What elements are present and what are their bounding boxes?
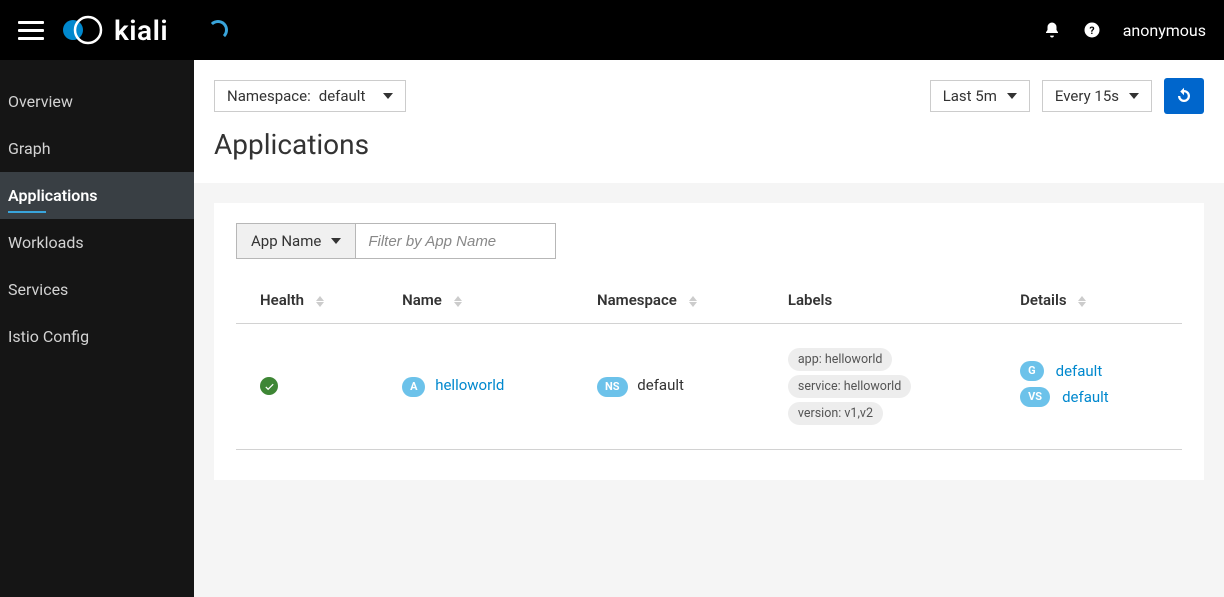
refresh-icon (1175, 87, 1193, 105)
sidebar-item-graph[interactable]: Graph (0, 125, 194, 172)
refresh-button[interactable] (1164, 78, 1204, 114)
kiali-logo-icon (62, 15, 104, 45)
app-name-link[interactable]: helloworld (435, 376, 504, 394)
loading-spinner-icon (208, 20, 228, 40)
col-name[interactable]: Name (390, 279, 585, 324)
content-panel: App Name Health Name (214, 203, 1204, 480)
applications-table: Health Name Namespace Labels (236, 279, 1182, 450)
namespace-badge: NS (597, 377, 628, 397)
namespace-text: default (637, 376, 684, 394)
namespace-label: Namespace: (227, 87, 311, 105)
sort-icon (454, 296, 462, 307)
sidebar: Overview Graph Applications Workloads Se… (0, 60, 194, 597)
chevron-down-icon (383, 93, 393, 99)
col-namespace[interactable]: Namespace (585, 279, 776, 324)
bell-icon[interactable] (1043, 21, 1061, 39)
detail-link[interactable]: default (1062, 388, 1109, 406)
table-row: A helloworld NS default app: helloworld … (236, 324, 1182, 450)
detail-link[interactable]: default (1056, 362, 1103, 380)
health-ok-icon (260, 377, 278, 395)
filter-type-label: App Name (251, 232, 321, 250)
brand-name: kiali (114, 14, 168, 47)
sort-icon (689, 296, 697, 307)
svg-text:?: ? (1089, 24, 1094, 37)
col-details[interactable]: Details (1008, 279, 1182, 324)
topbar: kiali ? anonymous (0, 0, 1224, 60)
detail-item: VS default (1020, 387, 1170, 407)
filter-bar: App Name (236, 223, 1182, 259)
sidebar-item-istio-config[interactable]: Istio Config (0, 313, 194, 360)
label-badge: app: helloworld (788, 348, 893, 371)
virtualservice-badge: VS (1020, 387, 1050, 407)
brand-logo[interactable]: kiali (62, 14, 168, 47)
chevron-down-icon (1007, 93, 1017, 99)
chevron-down-icon (1129, 93, 1139, 99)
col-health[interactable]: Health (236, 279, 390, 324)
page-title: Applications (214, 128, 1204, 161)
refresh-interval-value: Every 15s (1055, 87, 1119, 105)
app-badge: A (402, 377, 425, 397)
refresh-interval-selector[interactable]: Every 15s (1042, 80, 1152, 112)
gateway-badge: G (1020, 361, 1044, 381)
detail-item: G default (1020, 361, 1170, 381)
page-header: Namespace: default Last 5m Every 15s (194, 60, 1224, 183)
sidebar-item-overview[interactable]: Overview (0, 78, 194, 125)
filter-type-dropdown[interactable]: App Name (236, 223, 356, 259)
chevron-down-icon (331, 238, 341, 244)
user-label[interactable]: anonymous (1123, 21, 1206, 40)
sidebar-item-applications[interactable]: Applications (0, 172, 194, 219)
menu-toggle[interactable] (18, 21, 44, 40)
time-range-selector[interactable]: Last 5m (930, 80, 1030, 112)
sidebar-item-workloads[interactable]: Workloads (0, 219, 194, 266)
label-badge: version: v1,v2 (788, 402, 883, 425)
col-labels: Labels (776, 279, 1008, 324)
filter-input[interactable] (356, 223, 556, 259)
namespace-selector[interactable]: Namespace: default (214, 80, 406, 112)
namespace-value: default (319, 87, 366, 105)
time-range-value: Last 5m (943, 87, 997, 105)
sort-icon (1078, 296, 1086, 307)
sidebar-item-services[interactable]: Services (0, 266, 194, 313)
help-icon[interactable]: ? (1083, 21, 1101, 39)
main-content: Namespace: default Last 5m Every 15s (194, 60, 1224, 597)
sort-icon (316, 296, 324, 307)
label-badge: service: helloworld (788, 375, 911, 398)
